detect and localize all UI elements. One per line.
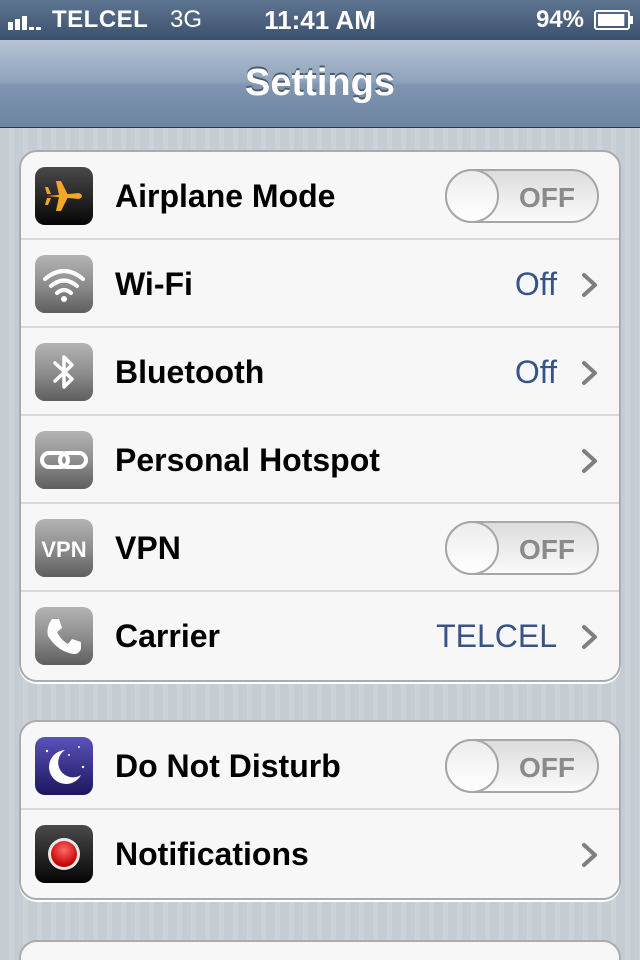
row-label: Notifications [115, 836, 309, 872]
settings-row-personal-hotspot[interactable]: Personal Hotspot [21, 416, 619, 504]
bluetooth-status-value: Off [514, 354, 557, 390]
settings-group-next [19, 940, 621, 960]
moon-icon [35, 737, 93, 795]
settings-row-notifications[interactable]: Notifications [21, 810, 619, 898]
toggle-state-label: OFF [519, 182, 575, 213]
vpn-icon-text: VPN [41, 537, 86, 562]
phone-icon [35, 607, 93, 665]
toggle-knob [445, 169, 499, 223]
settings-row-bluetooth[interactable]: Bluetooth Off [21, 328, 619, 416]
chevron-right-icon [582, 449, 597, 473]
notifications-icon [35, 825, 93, 883]
bluetooth-icon [35, 343, 93, 401]
row-label: Wi-Fi [115, 266, 193, 302]
battery-icon [594, 10, 633, 30]
battery-percentage: 94% [535, 6, 584, 33]
chevron-right-icon [582, 843, 597, 867]
status-bar: TELCEL 3G 11:41 AM 94% [0, 0, 640, 40]
toggle-knob [445, 521, 499, 575]
settings-row-vpn[interactable]: VPN VPN OFF [21, 504, 619, 592]
settings-group-alerts: Do Not Disturb OFF Notifications [19, 720, 621, 900]
page-title: Settings [245, 62, 395, 104]
airplane-mode-toggle[interactable]: OFF [445, 169, 599, 223]
row-label: Bluetooth [115, 354, 265, 390]
vpn-toggle[interactable]: OFF [445, 521, 599, 575]
toggle-state-label: OFF [519, 752, 575, 783]
toggle-state-label: OFF [519, 534, 575, 565]
airplane-icon [35, 167, 93, 225]
chevron-right-icon [582, 361, 597, 385]
do-not-disturb-toggle[interactable]: OFF [445, 739, 599, 793]
settings-row-carrier[interactable]: Carrier TELCEL [21, 592, 619, 680]
navigation-bar: Settings [0, 40, 640, 128]
row-label: Airplane Mode [115, 178, 336, 214]
toggle-knob [445, 739, 499, 793]
wifi-status-value: Off [514, 266, 557, 302]
row-label: VPN [115, 530, 181, 566]
settings-group-connectivity: Airplane Mode OFF Wi-Fi Off Bluetooth Of… [19, 150, 621, 682]
chevron-right-icon [582, 273, 597, 297]
settings-row-do-not-disturb[interactable]: Do Not Disturb OFF [21, 722, 619, 810]
carrier-value: TELCEL [436, 618, 557, 654]
vpn-icon: VPN [35, 519, 93, 577]
row-label: Do Not Disturb [115, 748, 341, 784]
settings-row-airplane-mode[interactable]: Airplane Mode OFF [21, 152, 619, 240]
row-label: Carrier [115, 618, 220, 654]
wifi-icon [35, 255, 93, 313]
settings-row-wifi[interactable]: Wi-Fi Off [21, 240, 619, 328]
row-label: Personal Hotspot [115, 442, 380, 478]
chevron-right-icon [582, 625, 597, 649]
hotspot-icon [35, 431, 93, 489]
